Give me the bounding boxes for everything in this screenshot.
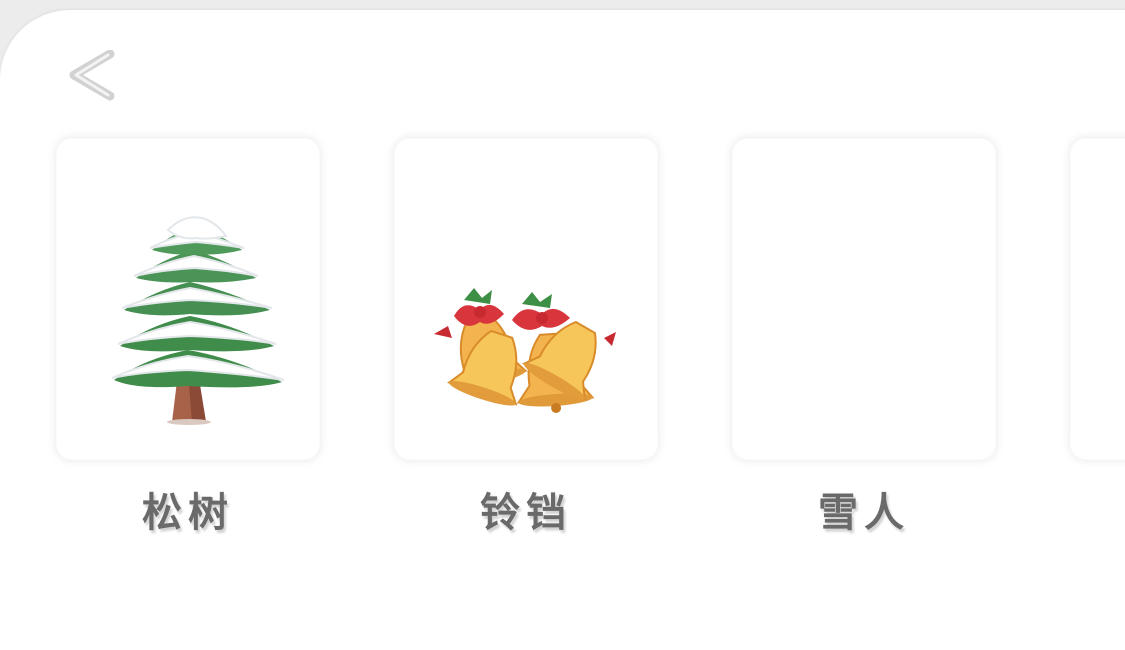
item-label-bells: 铃铛 [480, 490, 572, 536]
christmas-bells-icon [434, 288, 616, 413]
item-card-pine-tree[interactable] [56, 138, 320, 460]
back-button[interactable] [62, 50, 118, 102]
item-label-pine-tree: 松树 [142, 490, 234, 536]
item-card-snowman[interactable] [732, 138, 996, 460]
snowy-pine-tree-icon [111, 216, 285, 425]
main-panel: 松树 铃铛 雪人 [0, 10, 1125, 650]
chevron-left-icon [69, 50, 115, 101]
item-card-bells[interactable] [394, 138, 658, 460]
item-label-snowman: 雪人 [818, 490, 910, 536]
item-card-partial[interactable] [1070, 138, 1125, 460]
